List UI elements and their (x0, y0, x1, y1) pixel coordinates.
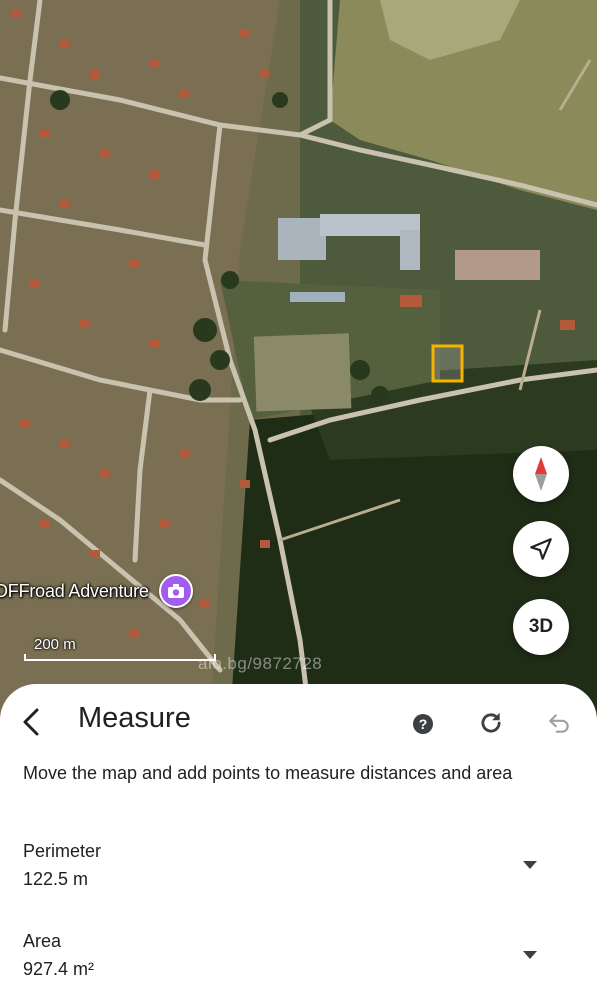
refresh-icon (481, 712, 501, 733)
area-label: Area (23, 931, 62, 951)
chevron-down-icon[interactable] (518, 943, 542, 967)
my-location-button[interactable] (513, 521, 569, 577)
help-icon: ? (413, 714, 433, 734)
watermark: alo.bg/9872728 (198, 654, 323, 673)
compass-icon (535, 457, 547, 491)
area-value: 927.4 m² (23, 959, 95, 979)
undo-button[interactable] (540, 704, 578, 742)
chevron-down-icon[interactable] (518, 853, 542, 877)
area-row[interactable]: Area 927.4 m² (0, 929, 597, 989)
page-title: Measure (78, 702, 191, 734)
navigation-arrow-icon (530, 538, 552, 560)
perimeter-row[interactable]: Perimeter 122.5 m (0, 839, 597, 899)
satellite-map[interactable]: 3D OFFroad Adventure 200 m alo.bg/987272… (0, 0, 597, 720)
reset-button[interactable] (472, 704, 510, 742)
scale-label: 200 m (34, 636, 76, 653)
perimeter-value: 122.5 m (23, 869, 89, 889)
back-button[interactable] (14, 704, 50, 740)
3d-label: 3D (528, 616, 554, 637)
compass-button[interactable] (513, 446, 569, 502)
poi-label: OFFroad Adventure (0, 580, 149, 601)
svg-text:?: ? (419, 716, 428, 732)
undo-icon (549, 714, 569, 733)
perimeter-label: Perimeter (23, 841, 102, 861)
help-button[interactable]: ? (405, 706, 441, 742)
measure-sheet: Measure ? Move the map and add points to… (0, 684, 597, 1000)
sheet-header: Measure ? (0, 684, 597, 760)
back-arrow-icon (23, 708, 39, 736)
map-scale: 200 m (24, 636, 216, 661)
3d-toggle-button[interactable]: 3D (513, 599, 569, 655)
camera-icon (158, 574, 193, 608)
satellite-imagery (0, 0, 597, 720)
scale-bar (24, 654, 216, 661)
instructions-text: Move the map and add points to measure d… (23, 763, 513, 783)
poi-marker[interactable]: OFFroad Adventure (0, 574, 193, 608)
